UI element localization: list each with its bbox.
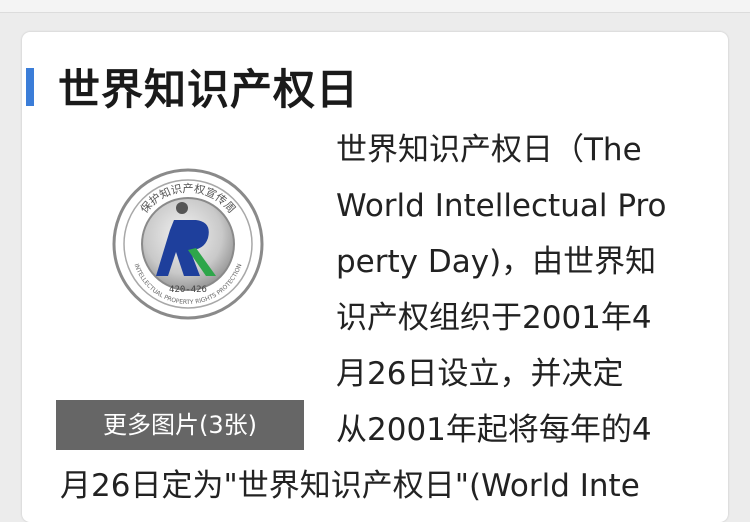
logo-code: 420-426	[169, 285, 207, 295]
body-line: perty Day)，由世界知	[336, 244, 657, 280]
body-line: World Intellectual Pro	[336, 188, 667, 224]
title-accent-bar	[26, 68, 34, 106]
body-line: 识产权组织于2001年4	[336, 300, 652, 336]
top-bar	[0, 0, 750, 13]
intellectual-property-logo-icon: 保护知识产权宣传周 INTELLECTUAL PROPERTY RIGHTS P…	[112, 168, 264, 320]
body-line: 月26日定为"世界知识产权日"(World Inte	[60, 468, 640, 504]
more-images-button[interactable]: 更多图片(3张)	[56, 400, 304, 450]
article-title: 世界知识产权日	[58, 65, 360, 114]
body-line: 从2001年起将每年的4	[336, 412, 652, 448]
article-card: 世界知识产权日 保护知识产权宣传周 INTELLECTUAL PROPERTY …	[22, 32, 728, 522]
body-line: 月26日设立，并决定	[336, 356, 624, 392]
body-line: 世界知识产权日（The	[336, 132, 642, 168]
article-image[interactable]: 保护知识产权宣传周 INTELLECTUAL PROPERTY RIGHTS P…	[112, 168, 264, 320]
